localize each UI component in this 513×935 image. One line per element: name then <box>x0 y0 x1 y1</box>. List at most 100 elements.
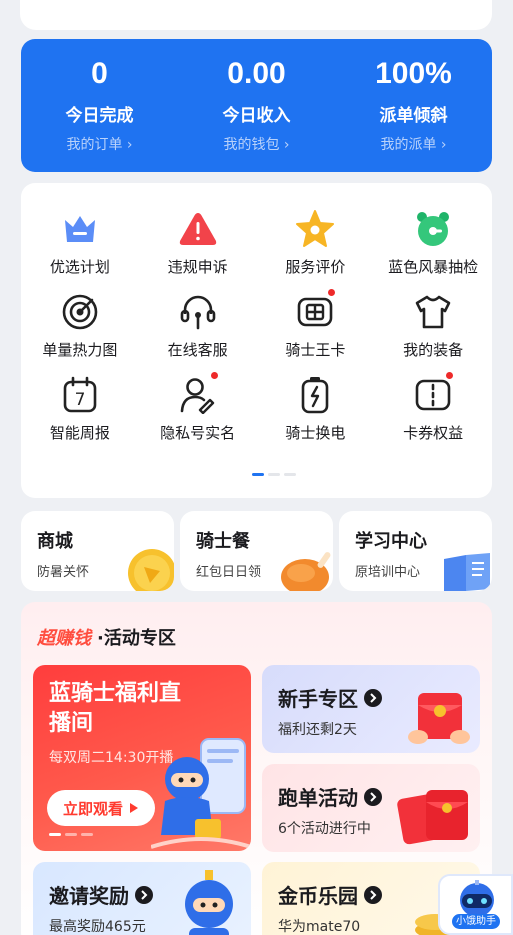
tile-title-text: 邀请奖励 <box>49 884 129 908</box>
target-icon <box>60 292 100 332</box>
rider-mascot-icon <box>185 870 233 935</box>
tile-subtitle: 福利还剩2天 <box>278 722 357 738</box>
stats-card: 0 今日完成 我的订单 › 0.00 今日收入 我的钱包 › 100% 派单倾斜… <box>21 39 492 172</box>
stat-dispatch[interactable]: 100% 派单倾斜 我的派单 › <box>335 39 492 172</box>
sim-card-icon <box>295 288 337 332</box>
activity-brand: 超赚钱 <box>37 628 91 649</box>
shortcut-learning-center[interactable]: 学习中心 原培训中心 <box>339 511 492 591</box>
warning-icon <box>178 209 218 249</box>
grid-item-service-rating[interactable]: 服务评价 <box>257 209 375 277</box>
grid-item-label: 隐私号实名 <box>160 424 236 442</box>
my-wallet-link[interactable]: 我的钱包 › <box>178 134 335 154</box>
book-icon <box>444 553 490 591</box>
tile-subtitle: 最高奖励465元 <box>49 919 146 935</box>
robot-assistant-icon <box>460 880 494 917</box>
top-card-remnant <box>20 0 492 30</box>
tile-running-activity[interactable]: 跑单活动 6个活动进行中 <box>262 764 480 852</box>
banner-pager <box>49 833 93 836</box>
shortcut-row: 商城 防暑关怀 骑士餐 红包日日领 学习中心 原培训中心 <box>21 511 492 591</box>
grid-item-violation-appeal[interactable]: 违规申诉 <box>139 209 257 277</box>
user-verify-icon <box>178 371 219 415</box>
my-orders-link[interactable]: 我的订单 › <box>21 134 178 154</box>
star-icon <box>295 209 335 249</box>
stat-value: 100% <box>375 57 452 90</box>
grid-item-rider-card[interactable]: 骑士王卡 <box>257 288 375 360</box>
grid-item-label: 单量热力图 <box>42 341 118 359</box>
drumstick-icon <box>281 552 331 591</box>
battery-icon <box>295 375 335 415</box>
arrow-right-icon <box>135 885 153 904</box>
tile-title: 邀请奖励 <box>49 880 153 909</box>
grid-item-order-heatmap[interactable]: 单量热力图 <box>21 292 139 360</box>
tile-title: 新手专区 <box>278 683 382 712</box>
grid-item-online-support[interactable]: 在线客服 <box>139 292 257 360</box>
assistant-label: 小饿助手 <box>452 914 500 929</box>
arrow-right-icon <box>364 688 382 707</box>
tile-subtitle: 6个活动进行中 <box>278 821 371 837</box>
tile-title-text: 新手专区 <box>278 687 358 711</box>
stat-label: 今日完成 <box>65 106 134 126</box>
activity-zone: 超赚钱 ·活动专区 蓝骑士福利直播间 每双周二14:30开播 立即观看 新手专区… <box>21 602 492 935</box>
tile-invite-reward[interactable]: 邀请奖励 最高奖励465元 <box>33 862 251 935</box>
grid-item-my-equipment[interactable]: 我的装备 <box>374 292 492 360</box>
grid-item-coupons[interactable]: 卡券权益 <box>374 371 492 443</box>
tile-newbie-zone[interactable]: 新手专区 福利还剩2天 <box>262 665 480 753</box>
notification-dot <box>327 288 337 297</box>
grid-item-battery-swap[interactable]: 骑士换电 <box>257 375 375 443</box>
rider-mascot-illustration <box>151 738 251 849</box>
grid-item-label: 蓝色风暴抽检 <box>388 258 479 276</box>
grid-item-label: 优选计划 <box>49 258 110 276</box>
stat-value: 0.00 <box>227 57 286 90</box>
grid-item-label: 我的装备 <box>403 341 464 359</box>
calendar-day: 7 <box>74 390 85 410</box>
red-envelope-icon <box>408 693 470 744</box>
function-grid: 优选计划 违规申诉 服务评价 蓝色风暴抽检 单量热力图 在线客服 骑士王卡 我的… <box>21 209 492 443</box>
coupon-icon <box>413 371 455 415</box>
shortcut-rider-meal[interactable]: 骑士餐 红包日日领 <box>180 511 333 591</box>
arrow-right-icon <box>364 787 382 806</box>
shortcut-mall[interactable]: 商城 防暑关怀 <box>21 511 174 591</box>
stat-income[interactable]: 0.00 今日收入 我的钱包 › <box>178 39 335 172</box>
pager-dot <box>268 473 280 476</box>
shirt-icon <box>413 292 453 332</box>
play-icon <box>130 803 138 813</box>
grid-item-label: 骑士换电 <box>285 424 346 442</box>
my-dispatch-link[interactable]: 我的派单 › <box>335 134 492 154</box>
red-envelopes-icon <box>397 790 468 845</box>
tile-subtitle: 华为mate70 <box>278 919 361 935</box>
grid-pager <box>252 473 296 476</box>
tile-title: 跑单活动 <box>278 782 382 811</box>
pager-dot <box>284 473 296 476</box>
live-stream-banner[interactable]: 蓝骑士福利直播间 每双周二14:30开播 立即观看 <box>33 665 251 851</box>
crown-icon <box>60 209 100 249</box>
grid-item-preferred-plan[interactable]: 优选计划 <box>21 209 139 277</box>
assistant-floating-button[interactable]: 小饿助手 <box>438 874 513 935</box>
pager-dot <box>65 833 77 836</box>
grid-item-label: 卡券权益 <box>403 424 464 442</box>
grid-item-weekly-report[interactable]: 7 智能周报 <box>21 375 139 443</box>
tile-title: 金币乐园 <box>278 880 382 909</box>
grid-item-label: 服务评价 <box>285 258 346 276</box>
headset-icon <box>178 292 218 332</box>
grid-item-privacy-real-name[interactable]: 隐私号实名 <box>139 371 257 443</box>
grid-item-label: 在线客服 <box>167 341 228 359</box>
watch-now-label: 立即观看 <box>62 799 123 818</box>
grid-item-label: 违规申诉 <box>167 258 228 276</box>
activity-header: 超赚钱 ·活动专区 <box>37 624 176 650</box>
stat-value: 0 <box>91 57 108 90</box>
grid-item-label: 智能周报 <box>49 424 110 442</box>
grid-item-blue-storm-check[interactable]: 蓝色风暴抽检 <box>374 209 492 277</box>
stat-label: 派单倾斜 <box>379 106 448 126</box>
arrow-right-icon <box>364 885 382 904</box>
activity-title: ·活动专区 <box>97 628 176 649</box>
grid-item-label: 骑士王卡 <box>285 341 346 359</box>
calendar-icon: 7 <box>60 375 100 415</box>
live-title: 蓝骑士福利直播间 <box>49 681 182 736</box>
pager-dot <box>81 833 93 836</box>
coin-icon <box>128 549 174 591</box>
alarm-clock-icon <box>413 209 453 249</box>
stat-completed[interactable]: 0 今日完成 我的订单 › <box>21 39 178 172</box>
watch-now-button[interactable]: 立即观看 <box>47 790 155 826</box>
notification-dot <box>209 371 219 380</box>
pager-dot-active <box>49 833 61 836</box>
